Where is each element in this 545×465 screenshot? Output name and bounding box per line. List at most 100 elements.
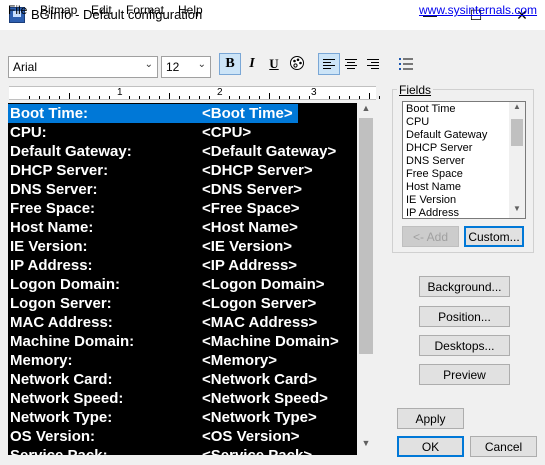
- editor-line[interactable]: Logon Server: <Logon Server>: [8, 294, 357, 313]
- editor-line-label: Boot Time:: [10, 105, 89, 122]
- fields-list[interactable]: Boot Time CPU Default Gateway DHCP Server DN…: [402, 101, 526, 219]
- menu-help[interactable]: Help: [178, 3, 203, 17]
- editor-line-label: Machine Domain:: [10, 333, 135, 350]
- editor-line[interactable]: DNS Server: <DNS Server>: [8, 180, 357, 199]
- fields-list-item[interactable]: IP Address: [406, 207, 459, 218]
- font-color-button[interactable]: [286, 53, 308, 75]
- fields-list-item[interactable]: DHCP Server: [406, 142, 472, 154]
- editor-line[interactable]: IP Address: <IP Address>: [8, 256, 357, 275]
- menu-file[interactable]: File: [8, 3, 27, 17]
- custom-button[interactable]: Custom...: [464, 226, 524, 247]
- editor-line-label: Service Pack:: [10, 447, 108, 455]
- bullets-button[interactable]: [395, 53, 417, 75]
- scroll-up-icon[interactable]: ▲: [357, 103, 375, 119]
- align-left-icon: [323, 59, 335, 69]
- background-button[interactable]: Background...: [419, 276, 510, 297]
- scroll-down-icon[interactable]: ▼: [357, 438, 375, 454]
- editor-line[interactable]: Machine Domain: <Machine Domain>: [8, 332, 357, 351]
- editor-line-field: <MAC Address>: [202, 314, 318, 331]
- scroll-up-icon[interactable]: ▲: [509, 102, 525, 116]
- editor-line-label: MAC Address:: [10, 314, 113, 331]
- editor-line-label: Host Name:: [10, 219, 94, 236]
- editor-line-field: <Memory>: [202, 352, 278, 369]
- ruler-tick: [79, 96, 80, 99]
- editor-line[interactable]: Memory: <Memory>: [8, 351, 357, 370]
- editor-line[interactable]: Default Gateway: <Default Gateway>: [8, 142, 357, 161]
- editor-line[interactable]: DHCP Server: <DHCP Server>: [8, 161, 357, 180]
- editor-line-field: <Logon Domain>: [202, 276, 325, 293]
- bullet-list-icon: [399, 58, 413, 70]
- ruler-tick: [229, 96, 230, 99]
- ruler-tick: [289, 96, 290, 99]
- fields-list-item[interactable]: DNS Server: [406, 155, 465, 167]
- ruler-tick: [209, 96, 210, 99]
- ruler-number: 1: [117, 87, 123, 98]
- ruler-tick: [199, 96, 200, 99]
- editor-line[interactable]: Boot Time: <Boot Time>: [8, 104, 357, 123]
- align-right-button[interactable]: [362, 53, 384, 75]
- preview-button[interactable]: Preview: [419, 364, 510, 385]
- ruler-tick: [139, 96, 140, 99]
- ruler-tick: [369, 93, 370, 99]
- editor-line-label: Network Card:: [10, 371, 113, 388]
- ok-button[interactable]: OK: [397, 436, 464, 457]
- align-left-button[interactable]: [318, 53, 340, 75]
- fields-scroll-thumb[interactable]: [511, 119, 523, 146]
- align-center-button[interactable]: [340, 53, 362, 75]
- editor-line-label: OS Version:: [10, 428, 96, 445]
- chevron-down-icon: ⌄: [197, 59, 206, 70]
- fields-list-item[interactable]: Boot Time: [406, 103, 456, 115]
- fields-list-item[interactable]: IE Version: [406, 194, 456, 206]
- menu-format[interactable]: Format: [126, 3, 164, 17]
- desktops-button[interactable]: Desktops...: [419, 335, 510, 356]
- cancel-button[interactable]: Cancel: [470, 436, 537, 457]
- ruler-tick: [309, 96, 310, 99]
- editor-line-field: <IE Version>: [202, 238, 293, 255]
- fields-list-item[interactable]: Host Name: [406, 181, 461, 193]
- editor-line[interactable]: Network Speed: <Network Speed>: [8, 389, 357, 408]
- fields-list-item[interactable]: Default Gateway: [406, 129, 487, 141]
- menu-bitmap[interactable]: Bitmap: [40, 3, 77, 17]
- font-size-select[interactable]: 12 ⌄: [161, 56, 211, 78]
- menu-edit[interactable]: Edit: [91, 3, 112, 17]
- ruler-tick: [89, 96, 90, 99]
- ruler-tick: [279, 96, 280, 99]
- editor-line[interactable]: OS Version: <OS Version>: [8, 427, 357, 446]
- editor-line-field: <Network Card>: [202, 371, 318, 388]
- add-field-button[interactable]: <- Add: [402, 226, 459, 247]
- editor-line[interactable]: Network Type: <Network Type>: [8, 408, 357, 427]
- apply-button[interactable]: Apply: [397, 408, 464, 429]
- underline-button[interactable]: U: [263, 53, 285, 75]
- font-select[interactable]: Arial ⌄: [8, 56, 158, 78]
- editor-line[interactable]: Host Name: <Host Name>: [8, 218, 357, 237]
- ruler-tick: [39, 96, 40, 99]
- sysinternals-link[interactable]: www.sysinternals.com: [419, 3, 537, 17]
- editor-area[interactable]: Boot Time: <Boot Time> CPU: <CPU> Default Ga…: [8, 103, 357, 455]
- editor-line[interactable]: MAC Address: <MAC Address>: [8, 313, 357, 332]
- italic-button[interactable]: I: [241, 53, 263, 75]
- fields-label: Fields: [397, 83, 434, 97]
- fields-list-item[interactable]: CPU: [406, 116, 429, 128]
- editor-line[interactable]: Network Card: <Network Card>: [8, 370, 357, 389]
- editor-line[interactable]: CPU: <CPU>: [8, 123, 357, 142]
- editor-line-field: <CPU>: [202, 124, 252, 141]
- fields-list-item[interactable]: Free Space: [406, 168, 463, 180]
- ruler-tick: [109, 96, 110, 99]
- editor-line-label: Logon Server:: [10, 295, 112, 312]
- editor-line[interactable]: Service Pack: <Service Pack>: [8, 446, 357, 455]
- chevron-down-icon: ⌄: [144, 59, 153, 70]
- ruler-tick: [349, 96, 350, 99]
- ruler-tick: [99, 96, 100, 99]
- editor-scroll-thumb[interactable]: [359, 118, 373, 354]
- editor-line-field: <OS Version>: [202, 428, 300, 445]
- ruler-tick: [149, 96, 150, 99]
- bold-button[interactable]: B: [219, 53, 241, 75]
- editor-line[interactable]: IE Version: <IE Version>: [8, 237, 357, 256]
- position-button[interactable]: Position...: [419, 306, 510, 327]
- editor-line[interactable]: Free Space: <Free Space>: [8, 199, 357, 218]
- editor-line-field: <Host Name>: [202, 219, 298, 236]
- editor-line[interactable]: Logon Domain: <Logon Domain>: [8, 275, 357, 294]
- editor-line-field: <Boot Time>: [202, 105, 293, 122]
- scroll-down-icon[interactable]: ▼: [509, 204, 525, 218]
- editor-line-label: CPU:: [10, 124, 47, 141]
